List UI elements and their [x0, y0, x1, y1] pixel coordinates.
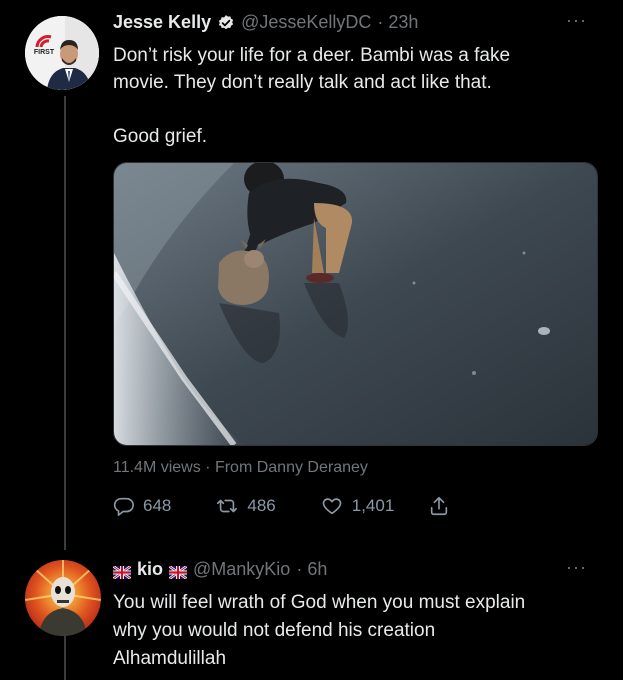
reply-header: kio @MankyKio · 6h [112, 559, 327, 581]
author-avatar[interactable]: FIRST [25, 16, 99, 90]
reply-time[interactable]: · 6h [296, 559, 327, 580]
tweet-text: Don’t risk your life for a deer. Bambi w… [113, 45, 511, 147]
retweet-icon [215, 495, 239, 517]
share-action[interactable] [428, 494, 450, 518]
tweet-time[interactable]: · 23h [377, 12, 418, 33]
reply-author-name[interactable]: kio [137, 559, 163, 580]
author-handle[interactable]: @JesseKellyDC [241, 12, 371, 33]
thread-line-top [64, 96, 66, 550]
heart-icon [320, 495, 344, 517]
retweet-action[interactable]: 486 [215, 495, 276, 517]
reply-more-icon[interactable]: ··· [566, 557, 587, 578]
verified-badge-icon [217, 14, 235, 32]
flag-icon [168, 563, 188, 581]
tweet-media[interactable] [113, 162, 598, 446]
reply-author-avatar[interactable] [25, 560, 101, 636]
like-action[interactable]: 1,401 [320, 495, 395, 517]
reply-text: You will feel wrath of God when you must… [113, 592, 526, 669]
reply-author-handle[interactable]: @MankyKio [193, 559, 290, 580]
retweet-count: 486 [247, 496, 276, 515]
reply-count: 648 [143, 496, 172, 515]
flag-icon [112, 563, 132, 581]
tweet-action-bar: 648 486 1,401 [113, 494, 533, 518]
tweet-header: Jesse Kelly @JesseKellyDC · 23h [113, 12, 418, 33]
views-and-source: 11.4M views · From Danny Deraney [113, 459, 368, 476]
first-logo: FIRST [31, 34, 57, 57]
tweet-more-icon[interactable]: ··· [566, 10, 587, 31]
thread-line-bottom [64, 636, 66, 680]
author-name[interactable]: Jesse Kelly [113, 12, 211, 33]
reply-icon [113, 495, 135, 517]
like-count: 1,401 [351, 496, 395, 515]
ice-deer-photo [114, 163, 597, 445]
share-icon [428, 494, 450, 518]
reply-action[interactable]: 648 [113, 495, 171, 517]
